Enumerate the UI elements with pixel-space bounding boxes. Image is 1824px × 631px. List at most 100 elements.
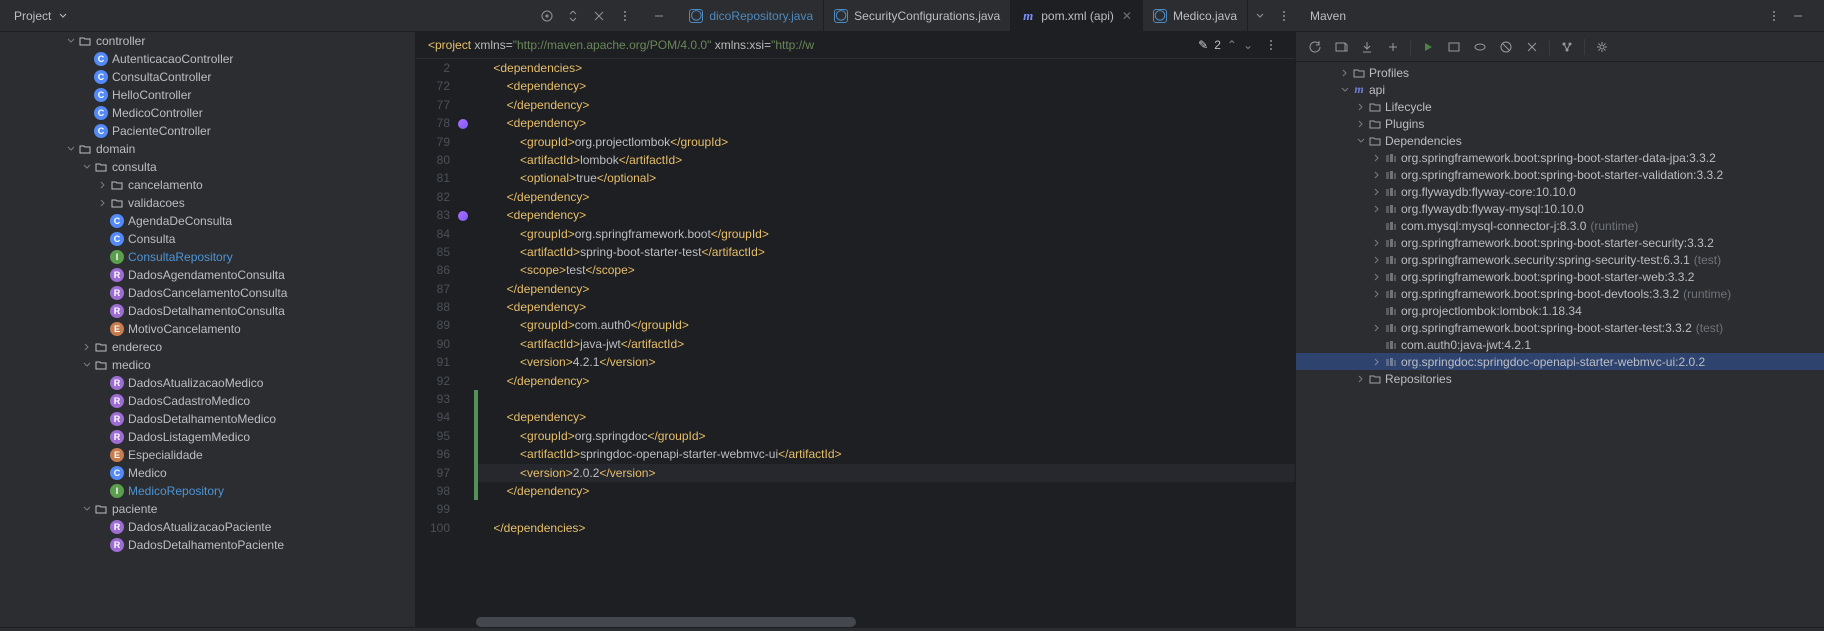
tab-dropdown-icon[interactable] bbox=[1248, 4, 1272, 28]
maven-item[interactable]: mapi bbox=[1296, 81, 1824, 98]
tree-item-DadosDetalhamentoMedico[interactable]: RDadosDetalhamentoMedico bbox=[0, 410, 415, 428]
code-line-86[interactable]: <scope>test</scope> bbox=[478, 261, 1295, 279]
ai-suggest-icon[interactable] bbox=[458, 211, 468, 221]
tree-item-DadosAtualizacaoPaciente[interactable]: RDadosAtualizacaoPaciente bbox=[0, 518, 415, 536]
tab-pom-xml-api-[interactable]: mpom.xml (api)✕ bbox=[1011, 0, 1143, 32]
chevron-down-icon[interactable]: ⌄ bbox=[1243, 38, 1253, 52]
execute-icon[interactable] bbox=[1443, 36, 1465, 58]
tree-item-controller[interactable]: controller bbox=[0, 32, 415, 50]
tree-item-Especialidade[interactable]: EEspecialidade bbox=[0, 446, 415, 464]
tree-item-DadosDetalhamentoPaciente[interactable]: RDadosDetalhamentoPaciente bbox=[0, 536, 415, 554]
tree-item-MedicoRepository[interactable]: IMedicoRepository bbox=[0, 482, 415, 500]
tab-dicoRepository-java[interactable]: ◯dicoRepository.java bbox=[679, 0, 824, 32]
close-tab-icon[interactable]: ✕ bbox=[1122, 9, 1132, 23]
code-line-78[interactable]: <dependency> bbox=[478, 114, 1295, 132]
close-icon[interactable] bbox=[587, 4, 611, 28]
code-line-95[interactable]: <groupId>org.springdoc</groupId> bbox=[478, 427, 1295, 445]
tree-item-DadosCancelamentoConsulta[interactable]: RDadosCancelamentoConsulta bbox=[0, 284, 415, 302]
maven-item[interactable]: org.springdoc:springdoc-openapi-starter-… bbox=[1296, 353, 1824, 370]
tree-item-AgendaDeConsulta[interactable]: CAgendaDeConsulta bbox=[0, 212, 415, 230]
code-line-82[interactable]: </dependency> bbox=[478, 188, 1295, 206]
code-line-90[interactable]: <artifactId>java-jwt</artifactId> bbox=[478, 335, 1295, 353]
code-area[interactable]: 2327277787980818283848586878889909192939… bbox=[416, 59, 1295, 617]
code-line-88[interactable]: <dependency> bbox=[478, 298, 1295, 316]
tree-item-HelloController[interactable]: CHelloController bbox=[0, 86, 415, 104]
maven-item[interactable]: org.springframework.boot:spring-boot-sta… bbox=[1296, 319, 1824, 336]
ai-suggest-icon[interactable] bbox=[458, 119, 468, 129]
show-dependencies-icon[interactable] bbox=[1556, 36, 1578, 58]
skip-tests-icon[interactable] bbox=[1495, 36, 1517, 58]
maven-item[interactable]: org.flywaydb:flyway-mysql:10.10.0 bbox=[1296, 200, 1824, 217]
code-line-100[interactable]: </dependencies> bbox=[478, 519, 1295, 537]
tree-item-ConsultaRepository[interactable]: IConsultaRepository bbox=[0, 248, 415, 266]
maven-item[interactable]: org.springframework.boot:spring-boot-sta… bbox=[1296, 166, 1824, 183]
code-line-97[interactable]: <version>2.0.2</version> bbox=[478, 464, 1295, 482]
toggle-offline-icon[interactable] bbox=[1469, 36, 1491, 58]
tree-item-cancelamento[interactable]: cancelamento bbox=[0, 176, 415, 194]
tree-item-MotivoCancelamento[interactable]: EMotivoCancelamento bbox=[0, 320, 415, 338]
tree-item-DadosDetalhamentoConsulta[interactable]: RDadosDetalhamentoConsulta bbox=[0, 302, 415, 320]
add-icon[interactable] bbox=[1382, 36, 1404, 58]
code-line-91[interactable]: <version>4.2.1</version> bbox=[478, 353, 1295, 371]
maven-minimize-icon[interactable] bbox=[1786, 4, 1810, 28]
tree-item-AutenticacaoController[interactable]: CAutenticacaoController bbox=[0, 50, 415, 68]
locate-icon[interactable] bbox=[535, 4, 559, 28]
maven-item[interactable]: org.springframework.boot:spring-boot-dev… bbox=[1296, 285, 1824, 302]
maven-item[interactable]: Profiles bbox=[1296, 64, 1824, 81]
expand-icon[interactable] bbox=[561, 4, 585, 28]
code-line-72[interactable]: <dependency> bbox=[478, 77, 1295, 95]
tree-item-DadosCadastroMedico[interactable]: RDadosCadastroMedico bbox=[0, 392, 415, 410]
tree-item-Medico[interactable]: CMedico bbox=[0, 464, 415, 482]
maven-item[interactable]: Lifecycle bbox=[1296, 98, 1824, 115]
code-line-87[interactable]: </dependency> bbox=[478, 280, 1295, 298]
minimize-icon[interactable] bbox=[647, 4, 671, 28]
tree-item-validacoes[interactable]: validacoes bbox=[0, 194, 415, 212]
tree-item-medico[interactable]: medico bbox=[0, 356, 415, 374]
code-line-99[interactable] bbox=[478, 500, 1295, 518]
tree-item-MedicoController[interactable]: CMedicoController bbox=[0, 104, 415, 122]
download-icon[interactable] bbox=[1356, 36, 1378, 58]
code-line-85[interactable]: <artifactId>spring-boot-starter-test</ar… bbox=[478, 243, 1295, 261]
run-icon[interactable] bbox=[1417, 36, 1439, 58]
code-line-94[interactable]: <dependency> bbox=[478, 408, 1295, 426]
maven-item[interactable]: com.auth0:java-jwt:4.2.1 bbox=[1296, 336, 1824, 353]
maven-item[interactable]: org.flywaydb:flyway-core:10.10.0 bbox=[1296, 183, 1824, 200]
maven-more-icon[interactable] bbox=[1762, 4, 1786, 28]
breadcrumb[interactable]: <project xmlns="http://maven.apache.org/… bbox=[416, 32, 1295, 59]
collapse-icon[interactable] bbox=[1521, 36, 1543, 58]
tree-item-ConsultaController[interactable]: CConsultaController bbox=[0, 68, 415, 86]
horizontal-scrollbar[interactable] bbox=[416, 617, 1295, 627]
maven-item[interactable]: org.springframework.security:spring-secu… bbox=[1296, 251, 1824, 268]
tree-item-consulta[interactable]: consulta bbox=[0, 158, 415, 176]
tree-item-endereco[interactable]: endereco bbox=[0, 338, 415, 356]
tab-SecurityConfigurations-java[interactable]: ◯SecurityConfigurations.java bbox=[824, 0, 1011, 32]
project-tree[interactable]: controllerCAutenticacaoControllerCConsul… bbox=[0, 32, 416, 627]
chevron-up-icon[interactable]: ⌃ bbox=[1227, 38, 1237, 52]
code-line-98[interactable]: </dependency> bbox=[478, 482, 1295, 500]
tab-more-icon[interactable] bbox=[1272, 4, 1296, 28]
reload-icon[interactable] bbox=[1304, 36, 1326, 58]
code-line-84[interactable]: <groupId>org.springframework.boot</group… bbox=[478, 225, 1295, 243]
tree-item-DadosListagemMedico[interactable]: RDadosListagemMedico bbox=[0, 428, 415, 446]
tree-item-PacienteController[interactable]: CPacienteController bbox=[0, 122, 415, 140]
maven-item[interactable]: com.mysql:mysql-connector-j:8.3.0(runtim… bbox=[1296, 217, 1824, 234]
tree-item-DadosAgendamentoConsulta[interactable]: RDadosAgendamentoConsulta bbox=[0, 266, 415, 284]
maven-tree[interactable]: ProfilesmapiLifecyclePluginsDependencies… bbox=[1296, 62, 1824, 627]
tree-item-Consulta[interactable]: CConsulta bbox=[0, 230, 415, 248]
edit-icon[interactable]: ✎ bbox=[1198, 38, 1208, 52]
code-line-81[interactable]: <optional>true</optional> bbox=[478, 169, 1295, 187]
maven-item[interactable]: org.springframework.boot:spring-boot-sta… bbox=[1296, 234, 1824, 251]
more-icon[interactable] bbox=[613, 4, 637, 28]
code-line-83[interactable]: <dependency> bbox=[478, 206, 1295, 224]
code-line-77[interactable]: </dependency> bbox=[478, 96, 1295, 114]
maven-item[interactable]: Dependencies bbox=[1296, 132, 1824, 149]
tab-Medico-java[interactable]: ◯Medico.java bbox=[1143, 0, 1248, 32]
code-line-80[interactable]: <artifactId>lombok</artifactId> bbox=[478, 151, 1295, 169]
maven-item[interactable]: Repositories bbox=[1296, 370, 1824, 387]
code-line-2[interactable]: <dependencies> bbox=[478, 59, 1295, 77]
code-line-89[interactable]: <groupId>com.auth0</groupId> bbox=[478, 316, 1295, 334]
maven-item[interactable]: org.springframework.boot:spring-boot-sta… bbox=[1296, 268, 1824, 285]
code-line-79[interactable]: <groupId>org.projectlombok</groupId> bbox=[478, 133, 1295, 151]
tree-item-domain[interactable]: domain bbox=[0, 140, 415, 158]
maven-item[interactable]: Plugins bbox=[1296, 115, 1824, 132]
